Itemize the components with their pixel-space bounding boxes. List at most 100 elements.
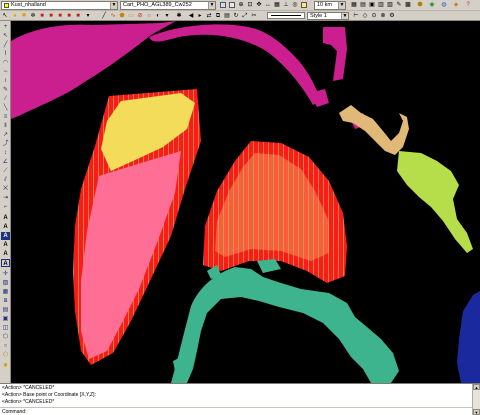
- spline-icon[interactable]: ≀: [1, 77, 10, 85]
- map-canvas[interactable]: [11, 21, 480, 383]
- arc-dropdown-icon[interactable]: ▾: [163, 12, 171, 20]
- scale-combobox[interactable]: 10 km ▼: [314, 1, 346, 10]
- circle-icon[interactable]: ○: [145, 12, 153, 20]
- hatch-icon[interactable]: ▨: [1, 279, 10, 287]
- pan-icon[interactable]: ✥: [255, 1, 263, 9]
- insert-icon[interactable]: ⧈: [1, 297, 10, 305]
- text-icon[interactable]: A: [1, 214, 10, 222]
- chevron-down-icon[interactable]: ▼: [110, 2, 117, 9]
- construction-line-icon[interactable]: ╲: [1, 104, 10, 112]
- trim-icon[interactable]: ✂: [250, 12, 258, 20]
- snap-center-icon[interactable]: ⊙: [370, 12, 378, 20]
- web-icon[interactable]: ◍: [440, 1, 448, 9]
- text-frame-icon[interactable]: A: [1, 259, 10, 267]
- scale-icon[interactable]: ⤢: [241, 12, 249, 20]
- text-align-icon[interactable]: A: [1, 241, 10, 249]
- light-bulb-icon[interactable]: ●: [11, 12, 19, 20]
- layer-dropdown-icon[interactable]: ▾: [84, 12, 92, 20]
- publish-icon[interactable]: ⬢: [416, 1, 424, 9]
- help-icon[interactable]: ?: [464, 1, 472, 9]
- layer-combobox[interactable]: Kust_nhalland ▼: [1, 1, 118, 10]
- fillet-icon[interactable]: ⌐: [1, 203, 10, 211]
- bring-forward-icon[interactable]: [219, 1, 227, 9]
- double-line-icon[interactable]: ‖: [1, 122, 10, 130]
- region-icon[interactable]: ⬡: [1, 333, 10, 341]
- copy-icon[interactable]: ▸: [196, 12, 204, 20]
- break-icon[interactable]: ⫽: [1, 176, 10, 184]
- layer-plot-icon[interactable]: ■: [56, 12, 64, 20]
- line-icon[interactable]: ╱: [100, 12, 108, 20]
- snap-node-icon[interactable]: ⊗: [379, 12, 387, 20]
- freeze-icon[interactable]: ❄: [29, 12, 37, 20]
- circle-icon[interactable]: ○: [1, 342, 10, 350]
- offset-icon[interactable]: ⧉: [214, 12, 222, 20]
- join-icon[interactable]: ⨉: [1, 185, 10, 193]
- scroll-down-icon[interactable]: ▼: [473, 409, 480, 415]
- extend-icon[interactable]: ⇥: [1, 194, 10, 202]
- rotate-icon[interactable]: ↻: [232, 12, 240, 20]
- measure-icon[interactable]: ↔: [264, 1, 272, 9]
- zoom-window-icon[interactable]: ⊕: [237, 1, 245, 9]
- arrow-line-icon[interactable]: ↗: [1, 131, 10, 139]
- tool-palettes-icon[interactable]: ▥: [377, 1, 385, 9]
- snap-settings-icon[interactable]: ⚙: [388, 12, 396, 20]
- multiline-icon[interactable]: ≡: [1, 113, 10, 121]
- line-icon[interactable]: ╱: [1, 41, 10, 49]
- layer-new-icon[interactable]: ■: [65, 12, 73, 20]
- linetype-preview[interactable]: [267, 12, 305, 19]
- info-icon[interactable]: ◈: [452, 1, 460, 9]
- angle-icon[interactable]: ∠: [1, 158, 10, 166]
- chevron-down-icon[interactable]: ▼: [338, 2, 345, 9]
- table-icon[interactable]: ▤: [1, 306, 10, 314]
- lock-icon[interactable]: ■: [38, 12, 46, 20]
- command-window[interactable]: <Action> *CANCELED* <Action> Base point …: [0, 383, 480, 415]
- profile-combobox[interactable]: Cart_PHO_AGL389_Cw252 ▼: [120, 1, 216, 10]
- polygon-icon[interactable]: ⬟: [118, 12, 126, 20]
- pointer-icon[interactable]: ↖: [1, 32, 10, 40]
- polyline-icon[interactable]: ⌇: [1, 50, 10, 58]
- globe-icon[interactable]: ◉: [428, 1, 436, 9]
- scroll-up-icon[interactable]: ▲: [473, 384, 480, 390]
- pointer-icon[interactable]: ↖: [1, 12, 9, 20]
- grid-display-icon[interactable]: ▦: [350, 1, 358, 9]
- linestyle-combobox[interactable]: Style 1 ▼: [307, 12, 349, 20]
- chevron-down-icon[interactable]: ▼: [341, 13, 348, 19]
- move-icon[interactable]: ◀: [187, 12, 195, 20]
- edit-grip-icon[interactable]: ✱: [175, 12, 183, 20]
- layer-color-icon[interactable]: ■: [47, 12, 55, 20]
- arc-icon[interactable]: ◠: [1, 59, 10, 67]
- block-icon[interactable]: ▦: [1, 288, 10, 296]
- text-style-icon[interactable]: A: [1, 223, 10, 231]
- ellipse-icon[interactable]: ◐: [154, 12, 162, 20]
- symbol-icon[interactable]: ✛: [1, 270, 10, 278]
- layer-delete-icon[interactable]: ■: [74, 12, 82, 20]
- rectangle-icon[interactable]: ▭: [127, 12, 135, 20]
- polygon-icon[interactable]: ⬠: [1, 351, 10, 359]
- curve-icon[interactable]: ∼: [1, 68, 10, 76]
- snap-polar-icon[interactable]: ◎: [291, 1, 299, 9]
- image-icon[interactable]: ▣: [1, 315, 10, 323]
- chevron-down-icon[interactable]: ▼: [208, 2, 215, 9]
- sun-icon[interactable]: ✹: [1, 362, 10, 370]
- leader-icon[interactable]: ⤴: [1, 140, 10, 148]
- send-backward-icon[interactable]: [228, 1, 236, 9]
- snap-ortho-icon[interactable]: ⊥: [282, 1, 290, 9]
- design-center-icon[interactable]: ▣: [368, 1, 376, 9]
- calculator-icon[interactable]: ▩: [404, 1, 412, 9]
- command-prompt[interactable]: Command:: [0, 407, 472, 415]
- markup-icon[interactable]: ✎: [395, 1, 403, 9]
- snap-grid-icon[interactable]: ▦: [273, 1, 281, 9]
- zoom-extents-icon[interactable]: ⊡: [246, 1, 254, 9]
- freehand-icon[interactable]: ✎: [1, 86, 10, 94]
- polyline-icon[interactable]: ∿: [109, 12, 117, 20]
- snap-endpoint-icon[interactable]: ⊢: [352, 12, 360, 20]
- mirror-icon[interactable]: ⇄: [205, 12, 213, 20]
- layers-icon[interactable]: [300, 1, 308, 9]
- slope-icon[interactable]: ⟋: [1, 167, 10, 175]
- ray-icon[interactable]: ⁄: [1, 95, 10, 103]
- text-box-icon[interactable]: A: [1, 232, 10, 240]
- properties-icon[interactable]: ▤: [359, 1, 367, 9]
- sun-icon[interactable]: ✹: [20, 12, 28, 20]
- no-entry-icon[interactable]: ⊘: [136, 12, 144, 20]
- dimension-icon[interactable]: ↕: [1, 149, 10, 157]
